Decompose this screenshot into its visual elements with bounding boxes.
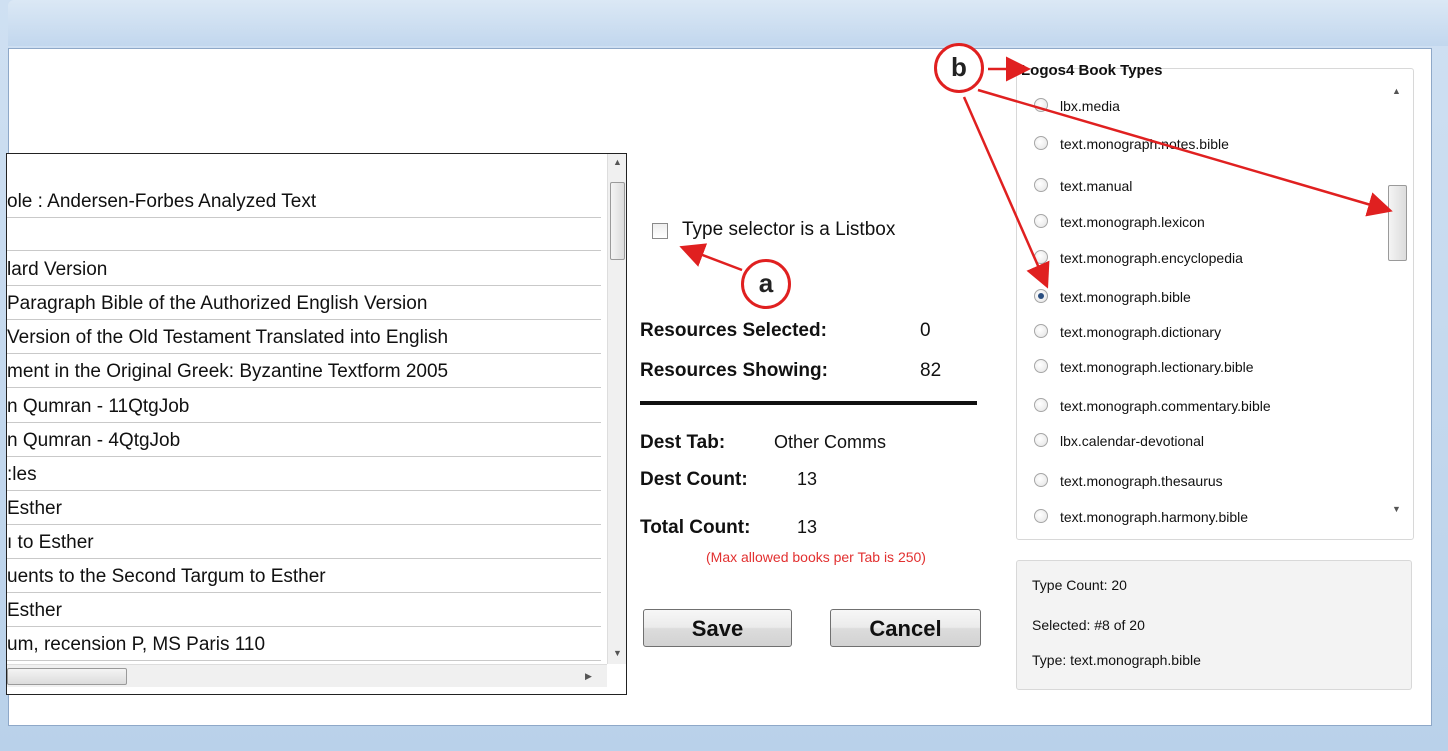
callout-b: b bbox=[934, 43, 984, 93]
arrow-a bbox=[679, 243, 743, 272]
arrow-b-radio bbox=[962, 96, 1050, 289]
callout-a: a bbox=[741, 259, 791, 309]
arrow-b-scrollbar bbox=[977, 88, 1393, 217]
annotation-overlay bbox=[679, 56, 1393, 289]
